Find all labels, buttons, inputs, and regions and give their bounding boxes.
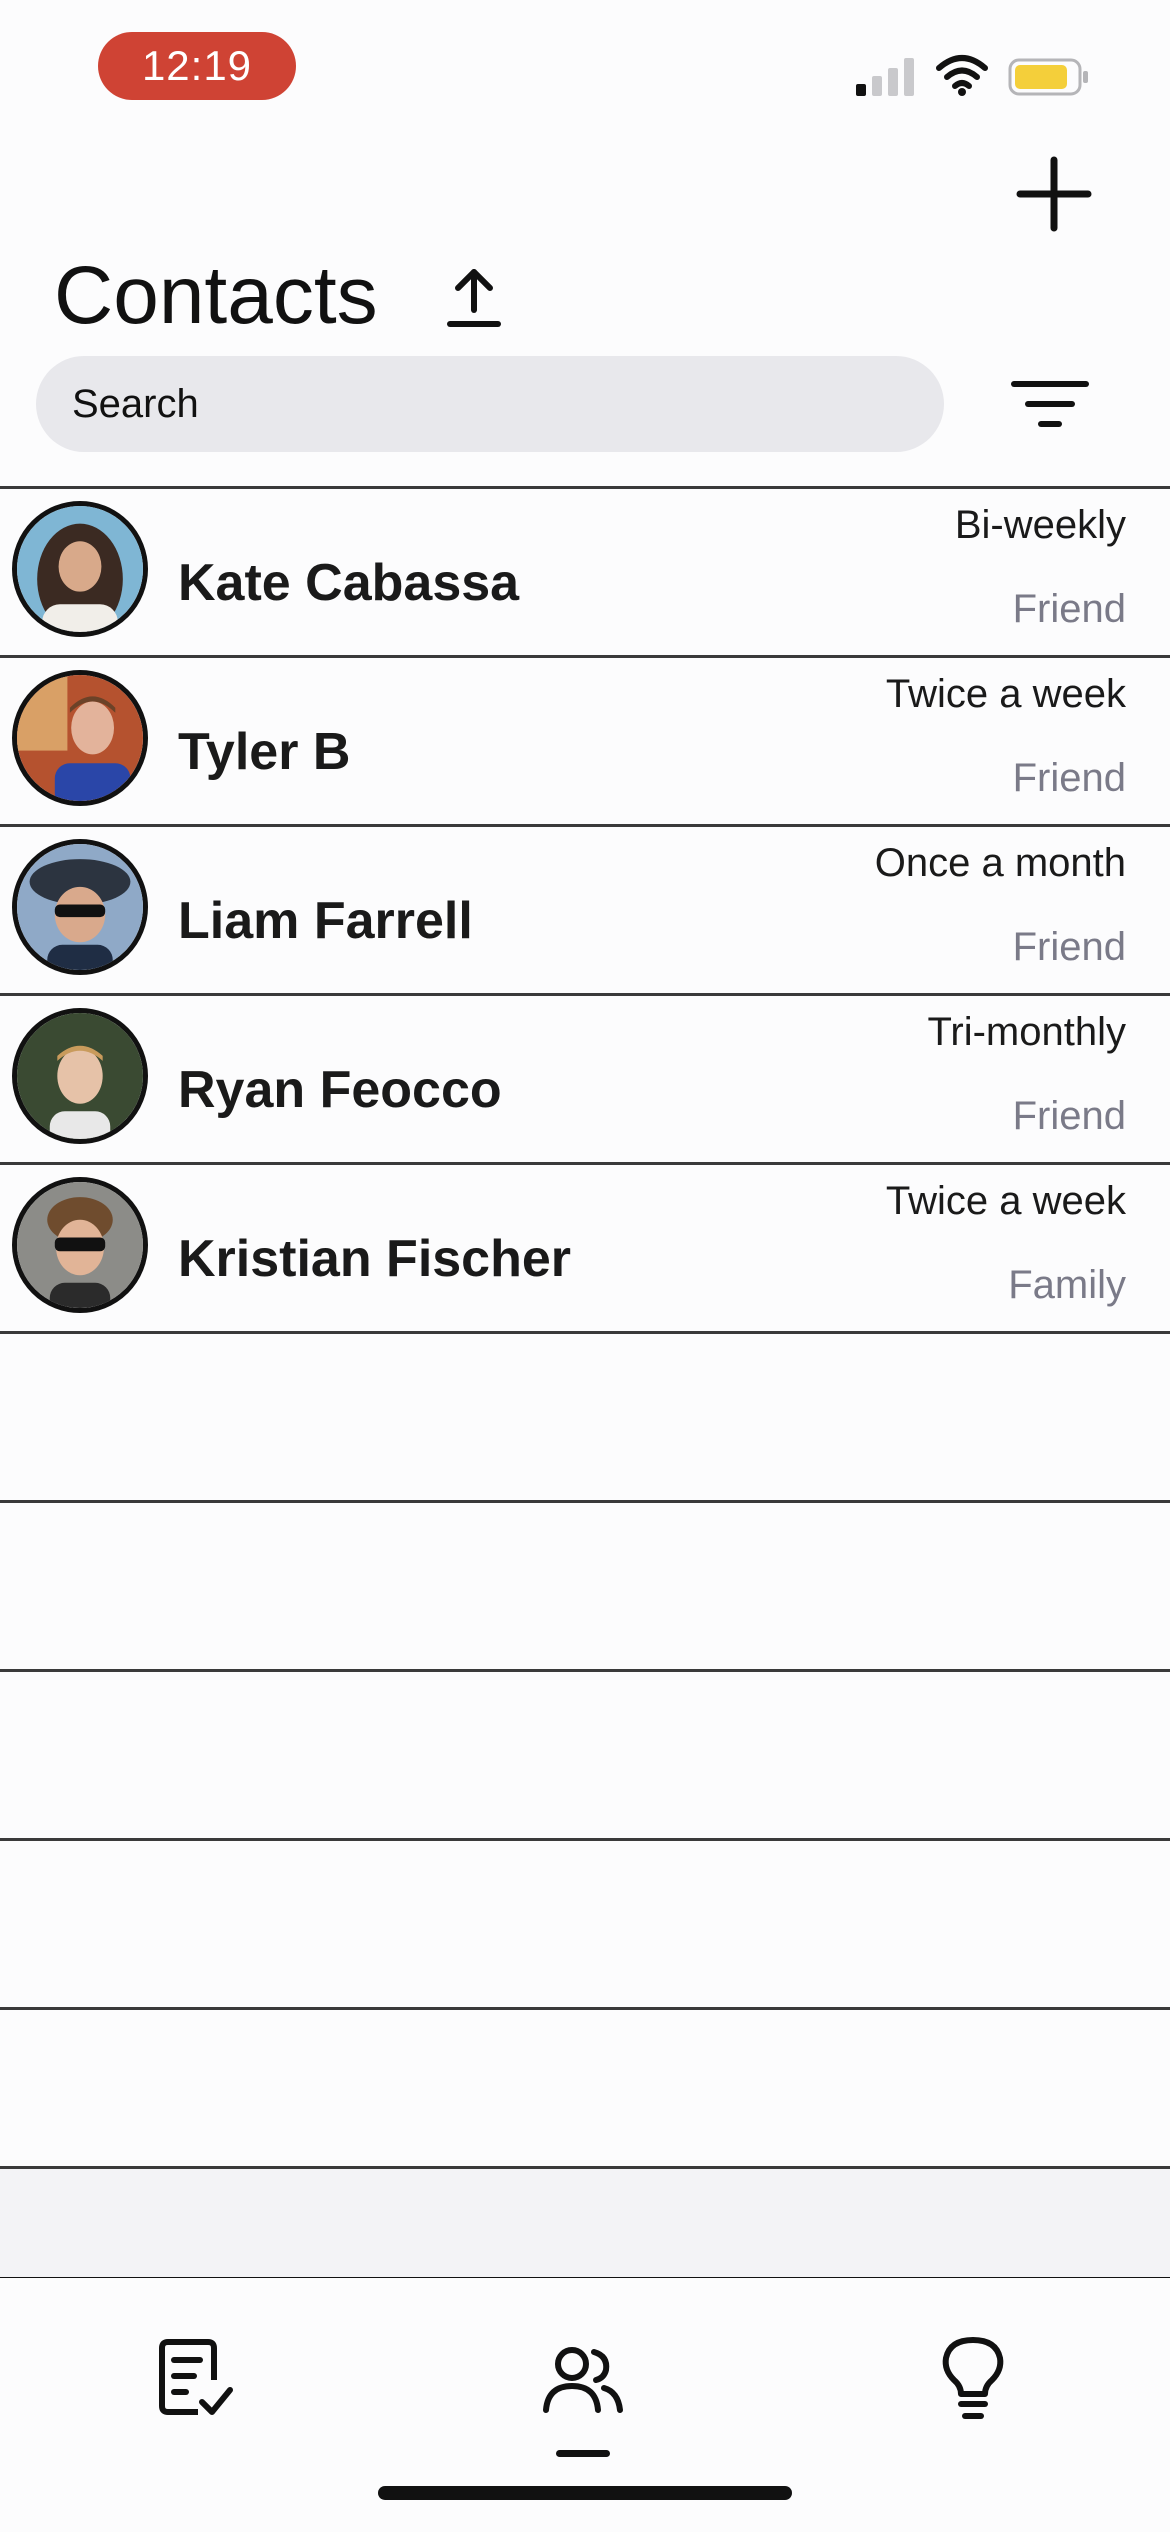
contact-frequency: Bi-weekly — [954, 503, 1126, 547]
contact-frequency: Twice a week — [885, 672, 1126, 716]
avatar — [12, 670, 148, 806]
contact-row[interactable]: Ryan Feocco Tri-monthly Friend — [0, 993, 1170, 1162]
contact-relationship: Friend — [1012, 756, 1126, 800]
active-tab-indicator — [556, 2450, 610, 2457]
empty-row — [0, 1331, 1170, 1500]
cellular-signal-icon — [856, 58, 916, 96]
contact-frequency: Once a month — [874, 841, 1126, 885]
contact-row[interactable]: Kristian Fischer Twice a week Family — [0, 1162, 1170, 1331]
avatar — [12, 839, 148, 975]
wifi-icon — [936, 55, 988, 96]
avatar — [12, 1008, 148, 1144]
list-footer — [0, 2166, 1170, 2281]
export-contacts-button[interactable] — [444, 264, 504, 330]
contact-relationship: Friend — [1012, 1094, 1126, 1138]
avatar — [12, 501, 148, 637]
contact-name: Kate Cabassa — [178, 554, 520, 612]
contact-row[interactable]: Liam Farrell Once a month Friend — [0, 824, 1170, 993]
tab-ideas[interactable] — [928, 2334, 1018, 2424]
home-indicator — [378, 2486, 792, 2500]
contact-name: Ryan Feocco — [178, 1061, 502, 1119]
status-bar: 12:19 — [0, 0, 1170, 140]
contacts-icon — [543, 2347, 623, 2413]
contact-frequency: Tri-monthly — [927, 1010, 1126, 1054]
contact-relationship: Friend — [1012, 925, 1126, 969]
battery-icon — [1008, 58, 1088, 96]
contact-name: Tyler B — [178, 723, 351, 781]
status-time: 12:19 — [98, 32, 296, 100]
contact-frequency: Twice a week — [885, 1179, 1126, 1223]
filter-icon — [1011, 381, 1089, 427]
contacts-list: Kate Cabassa Bi-weekly Friend Tyler B Tw… — [0, 486, 1170, 2176]
page-title: Contacts — [54, 250, 378, 341]
contact-name: Kristian Fischer — [178, 1230, 572, 1288]
empty-row — [0, 1500, 1170, 1669]
contact-name: Liam Farrell — [178, 892, 473, 950]
contact-row[interactable]: Tyler B Twice a week Friend — [0, 655, 1170, 824]
search-input[interactable] — [36, 356, 944, 452]
lightbulb-icon — [942, 2337, 1004, 2419]
contact-relationship: Friend — [1012, 587, 1126, 631]
tab-tasks[interactable] — [150, 2334, 240, 2424]
empty-row — [0, 2007, 1170, 2176]
upload-arrow-icon — [447, 269, 501, 327]
tab-contacts[interactable] — [538, 2334, 628, 2424]
empty-row — [0, 1669, 1170, 1838]
contact-row[interactable]: Kate Cabassa Bi-weekly Friend — [0, 486, 1170, 655]
checklist-icon — [159, 2339, 233, 2415]
contact-relationship: Family — [1008, 1263, 1126, 1307]
empty-row — [0, 1838, 1170, 2007]
plus-icon — [1016, 156, 1092, 232]
add-contact-button[interactable] — [1010, 150, 1098, 238]
avatar — [12, 1177, 148, 1313]
filter-button[interactable] — [1010, 378, 1090, 430]
